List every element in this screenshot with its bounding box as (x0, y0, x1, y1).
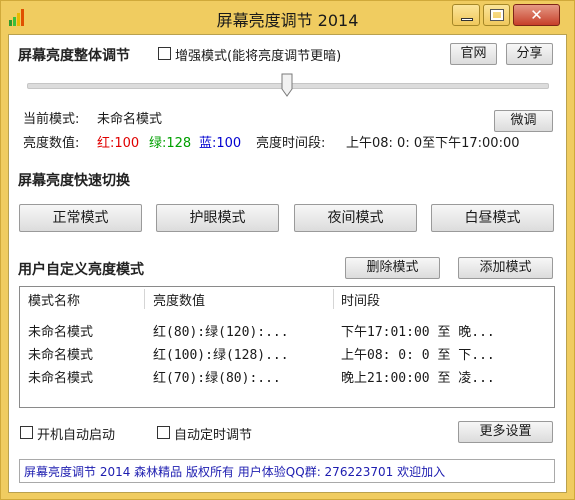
mode-name-cell: 未命名模式 (28, 348, 94, 363)
column-divider[interactable] (144, 289, 145, 309)
quick-switch-heading: 屏幕亮度快速切换 (18, 173, 130, 189)
autostart-checkbox[interactable] (20, 426, 33, 439)
fine-tune-button[interactable]: 微调 (494, 110, 553, 132)
mode-name-cell: 未命名模式 (28, 325, 94, 340)
table-header: 模式名称 亮度数值 时间段 (20, 287, 554, 311)
table-row[interactable]: 未命名模式 红(80):绿(120):... 下午17:01:00 至 晚... (20, 319, 554, 341)
title-bar[interactable]: 屏幕亮度调节 2014 ✕ (1, 1, 574, 34)
main-panel: 屏幕亮度整体调节 增强模式(能将亮度调节更暗) 官网 分享 当前模式: 未命名模… (8, 34, 567, 493)
custom-modes-heading: 用户自定义亮度模式 (18, 262, 144, 278)
table-row[interactable]: 未命名模式 红(70):绿(80):... 晚上21:00:00 至 凌... (20, 365, 554, 387)
app-window: 屏幕亮度调节 2014 ✕ 屏幕亮度整体调节 增强模式(能将亮度调节更暗) 官网… (0, 0, 575, 500)
time-period-cell: 下午17:01:00 至 晚... (341, 325, 495, 340)
overall-heading: 屏幕亮度整体调节 (18, 48, 130, 64)
eye-care-mode-button[interactable]: 护眼模式 (156, 204, 279, 232)
auto-timer-label: 自动定时调节 (174, 428, 253, 443)
official-site-button[interactable]: 官网 (450, 43, 497, 65)
more-settings-button[interactable]: 更多设置 (458, 421, 553, 443)
current-mode-label: 当前模式: (23, 112, 80, 127)
enhance-mode-checkbox[interactable] (158, 47, 171, 60)
time-period-label: 亮度时间段: (256, 136, 326, 151)
brightness-cell: 红(70):绿(80):... (153, 371, 281, 386)
normal-mode-button[interactable]: 正常模式 (19, 204, 142, 232)
enhance-mode-label: 增强模式(能将亮度调节更暗) (175, 49, 342, 64)
close-icon: ✕ (530, 6, 543, 24)
green-value: 绿:128 (149, 136, 192, 151)
brightness-cell: 红(100):绿(128)... (153, 348, 289, 363)
current-mode-value: 未命名模式 (97, 112, 163, 127)
brightness-value-label: 亮度数值: (23, 136, 80, 151)
footer-text: 屏幕亮度调节 2014 森林精品 版权所有 用户体验QQ群: 276223701… (24, 465, 446, 479)
autostart-label: 开机自动启动 (37, 428, 116, 443)
mode-name-cell: 未命名模式 (28, 371, 94, 386)
column-header-time-period[interactable]: 时间段 (341, 290, 380, 309)
time-period-value: 上午08: 0: 0至下午17:00:00 (346, 136, 520, 151)
maximize-button[interactable] (483, 4, 510, 26)
add-mode-button[interactable]: 添加模式 (458, 257, 553, 279)
time-period-cell: 上午08: 0: 0 至 下... (341, 348, 495, 363)
column-header-mode-name[interactable]: 模式名称 (28, 290, 80, 309)
auto-timer-checkbox[interactable] (157, 426, 170, 439)
red-value: 红:100 (97, 136, 140, 151)
column-divider[interactable] (333, 289, 334, 309)
time-period-cell: 晚上21:00:00 至 凌... (341, 371, 495, 386)
table-row[interactable]: 未命名模式 红(100):绿(128)... 上午08: 0: 0 至 下... (20, 342, 554, 364)
night-mode-button[interactable]: 夜间模式 (294, 204, 417, 232)
brightness-cell: 红(80):绿(120):... (153, 325, 289, 340)
close-button[interactable]: ✕ (513, 4, 560, 26)
custom-modes-table[interactable]: 模式名称 亮度数值 时间段 未命名模式 红(80):绿(120):... 下午1… (19, 286, 555, 408)
footer-bar: 屏幕亮度调节 2014 森林精品 版权所有 用户体验QQ群: 276223701… (19, 459, 555, 483)
brightness-slider-thumb[interactable] (281, 73, 293, 97)
day-mode-button[interactable]: 白昼模式 (431, 204, 554, 232)
share-button[interactable]: 分享 (506, 43, 553, 65)
minimize-button[interactable] (452, 4, 480, 26)
column-header-brightness[interactable]: 亮度数值 (153, 290, 205, 309)
delete-mode-button[interactable]: 删除模式 (345, 257, 440, 279)
blue-value: 蓝:100 (199, 136, 242, 151)
